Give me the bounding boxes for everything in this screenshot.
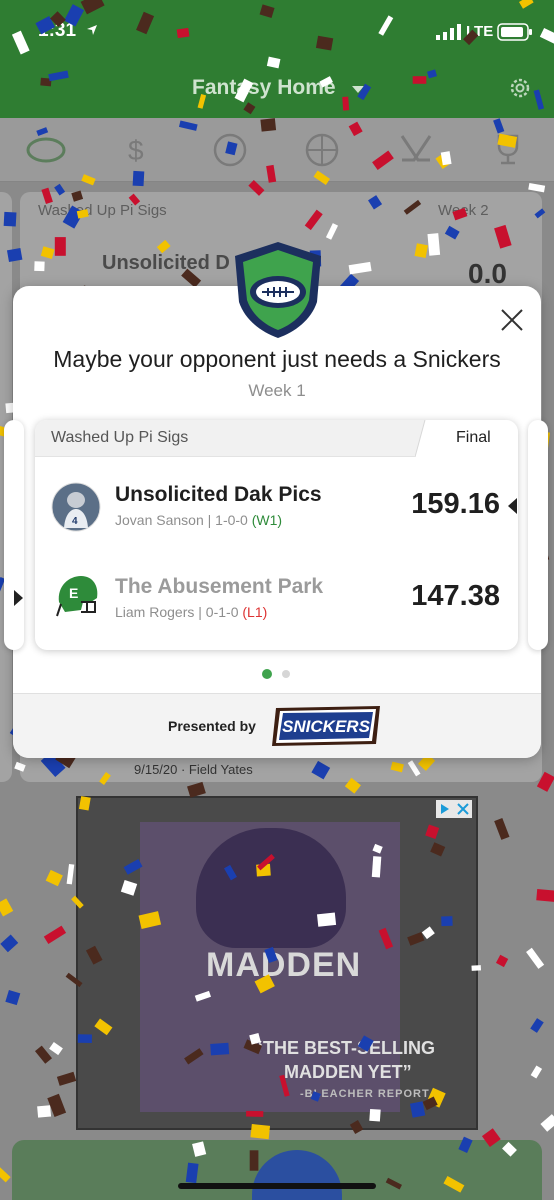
ad-helmet-image	[196, 828, 346, 948]
confetti-piece	[536, 889, 554, 903]
ad-quote-line1: “THE BEST-SELLING	[254, 1038, 436, 1058]
svg-text:$: $	[128, 135, 144, 166]
confetti-piece	[0, 934, 19, 953]
chevron-down-icon[interactable]	[352, 86, 364, 93]
article-meta: 9/15/20 · Field Yates	[134, 762, 253, 777]
football-shield-logo	[235, 242, 321, 338]
owner-name-2: Liam Rogers	[115, 604, 195, 620]
team-name-1[interactable]: Unsolicited Dak Pics	[115, 483, 322, 507]
game-status: Final	[456, 429, 491, 446]
confetti-piece	[528, 182, 546, 193]
gear-icon[interactable]	[506, 74, 534, 102]
app-header: Fantasy Home	[0, 60, 554, 118]
confetti-piece	[37, 1105, 52, 1118]
confetti-piece	[47, 1093, 67, 1118]
status-bar: 1:31 LTE	[0, 0, 554, 60]
confetti-piece	[43, 925, 67, 944]
ad-quote-line2: MADDEN YET”	[284, 1062, 412, 1082]
close-icon[interactable]	[488, 296, 534, 342]
confetti-piece	[56, 1071, 77, 1086]
confetti-piece	[34, 1045, 53, 1064]
signal-icon	[436, 24, 461, 40]
confetti-piece	[494, 818, 510, 840]
hockey-icon[interactable]	[396, 130, 436, 170]
bg-week-label: Week 2	[438, 202, 489, 219]
battery-icon	[497, 23, 532, 41]
matchup-card[interactable]: Washed Up Pi Sigs Final 4 Unsolicited Da…	[35, 420, 518, 650]
ad-quote-source: -BLEACHER REPORT	[300, 1088, 430, 1100]
record-2: | 0-1-0	[198, 604, 239, 620]
confetti-piece	[5, 989, 21, 1006]
sport-tab-bar: $	[0, 118, 554, 182]
bg-team-name: Unsolicited D	[102, 252, 230, 274]
confetti-piece	[540, 1114, 554, 1132]
baseball-icon[interactable]	[210, 130, 250, 170]
confetti-piece	[0, 1165, 11, 1183]
next-matchup-card[interactable]	[528, 420, 548, 650]
madden-ad[interactable]: MADDEN “THE BEST-SELLING MADDEN YET” -BL…	[76, 796, 478, 1130]
fantasy-home-dropdown[interactable]: Fantasy Home	[192, 76, 336, 100]
sponsor-name: SNICKERS	[282, 717, 371, 736]
svg-text:E: E	[69, 585, 78, 601]
team-meta-1: Jovan Sanson | 1-0-0 (W1)	[115, 512, 282, 528]
winner-indicator-icon	[508, 498, 517, 514]
page-dot-inactive[interactable]	[282, 670, 290, 678]
confetti-piece	[45, 869, 63, 887]
prev-indicator-icon	[14, 590, 23, 606]
modal-title: Maybe your opponent just needs a Snicker…	[53, 346, 501, 372]
bottom-article-card[interactable]	[12, 1140, 542, 1200]
page-dot-active[interactable]	[262, 669, 272, 679]
owner-name-1: Jovan Sanson	[115, 512, 204, 528]
team-score-1: 159.16	[411, 488, 500, 520]
money-icon[interactable]: $	[118, 130, 158, 170]
confetti-piece	[49, 1042, 63, 1056]
matchup-card-header: Washed Up Pi Sigs Final	[35, 420, 518, 457]
location-arrow-icon	[87, 25, 97, 35]
result-2: (L1)	[242, 604, 268, 620]
ad-title: MADDEN	[206, 946, 362, 984]
status-time: 1:31	[38, 20, 77, 41]
header-divider	[415, 420, 435, 457]
snickers-logo[interactable]: SNICKERS	[268, 704, 384, 748]
confetti-piece	[495, 954, 509, 968]
modal-week-label: Week 1	[248, 381, 306, 400]
league-name: Washed Up Pi Sigs	[51, 429, 189, 446]
record-1: | 1-0-0	[207, 512, 248, 528]
presented-by-label: Presented by	[168, 718, 256, 734]
team-avatar-helmet: E	[56, 576, 98, 617]
team-score-2: 147.38	[411, 580, 500, 612]
adchoices-icon[interactable]	[436, 800, 472, 818]
confetti-piece	[0, 898, 14, 917]
bg-league-name: Washed Up Pi Sigs	[38, 202, 167, 219]
team-name-2[interactable]: The Abusement Park	[115, 575, 323, 599]
team-meta-2: Liam Rogers | 0-1-0 (L1)	[115, 604, 267, 620]
svg-text:4: 4	[72, 516, 78, 527]
prev-matchup-card[interactable]	[4, 420, 24, 650]
confetti-piece	[530, 1018, 544, 1033]
home-indicator	[178, 1183, 376, 1189]
sponsor-bar: Presented by SNICKERS	[13, 693, 541, 758]
helmet-image	[252, 1150, 342, 1200]
result-1: (W1)	[251, 512, 283, 528]
network-label: LTE	[466, 23, 494, 40]
trophy-icon[interactable]	[488, 130, 528, 170]
confetti-piece	[526, 947, 545, 969]
basketball-icon[interactable]	[302, 130, 342, 170]
confetti-piece	[66, 863, 75, 885]
confetti-piece	[530, 1065, 543, 1079]
football-icon[interactable]	[26, 130, 66, 170]
team-avatar-dak: 4	[51, 482, 101, 532]
